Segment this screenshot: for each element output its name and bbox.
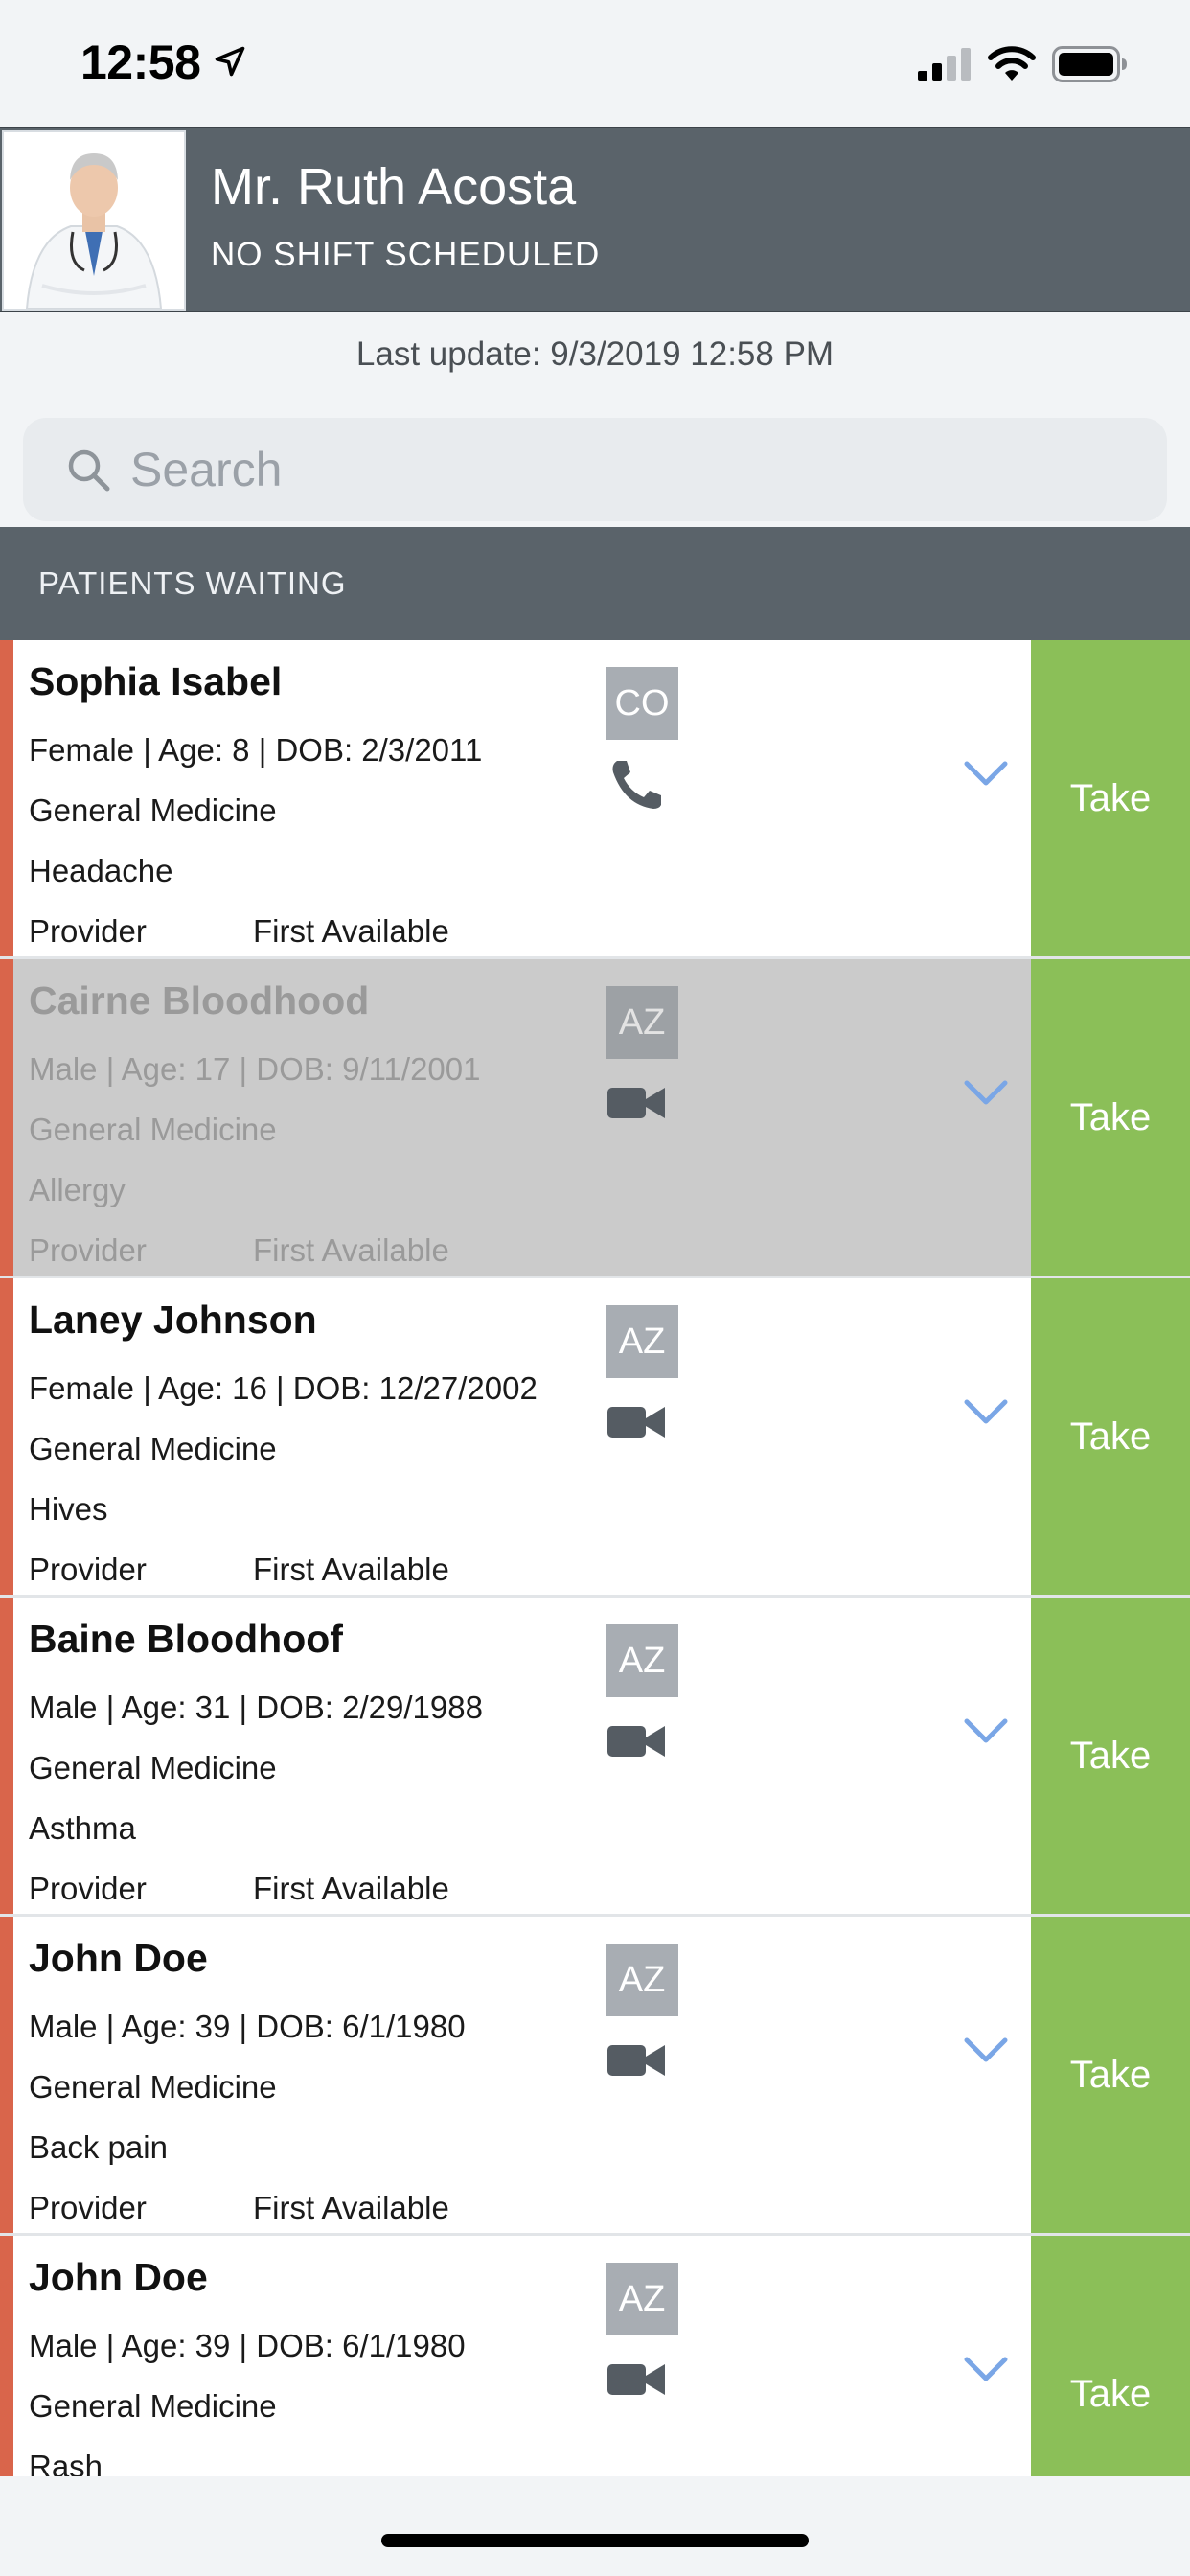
provider-label: Provider	[29, 2190, 147, 2225]
priority-accent-bar	[0, 959, 13, 1276]
search-input[interactable]	[107, 418, 1142, 521]
patient-name: Baine Bloodhoof	[29, 1617, 343, 1661]
provider-name: Mr. Ruth Acosta	[211, 158, 577, 216]
patient-specialty: General Medicine	[29, 2069, 277, 2104]
section-title: PATIENTS WAITING	[38, 565, 347, 601]
doctor-avatar-image	[4, 132, 184, 309]
provider-label: Provider	[29, 1232, 147, 1268]
take-button[interactable]: Take	[1031, 959, 1190, 1276]
chevron-down-icon[interactable]	[962, 1714, 1010, 1747]
priority-accent-bar	[0, 1598, 13, 1914]
video-camera-icon	[607, 1726, 665, 1757]
chevron-down-icon[interactable]	[962, 1076, 1010, 1109]
patient-reason: Headache	[29, 853, 173, 888]
patient-row[interactable]: John Doe Male | Age: 39 | DOB: 6/1/1980 …	[0, 1917, 1190, 2236]
state-badge: AZ	[606, 1305, 678, 1378]
patient-row[interactable]: Baine Bloodhoof Male | Age: 31 | DOB: 2/…	[0, 1598, 1190, 1917]
patient-demographics: Male | Age: 17 | DOB: 9/11/2001	[29, 1051, 481, 1087]
provider-header: Mr. Ruth Acosta NO SHIFT SCHEDULED	[0, 126, 1190, 312]
state-badge: AZ	[606, 1944, 678, 2016]
phone-icon	[612, 761, 661, 809]
patients-waiting-header: PATIENTS WAITING	[0, 527, 1190, 640]
chevron-down-icon[interactable]	[962, 2034, 1010, 2066]
patient-reason: Rash	[29, 2449, 103, 2476]
avatar[interactable]	[2, 130, 186, 310]
provider-label: Provider	[29, 913, 147, 949]
cellular-signal-icon	[918, 48, 971, 80]
patient-name: Laney Johnson	[29, 1298, 317, 1342]
patient-specialty: General Medicine	[29, 793, 277, 828]
home-indicator[interactable]	[381, 2534, 809, 2547]
priority-accent-bar	[0, 2236, 13, 2476]
take-button[interactable]: Take	[1031, 1598, 1190, 1914]
chevron-down-icon[interactable]	[962, 757, 1010, 790]
patient-name: John Doe	[29, 1936, 208, 1980]
status-time: 12:58	[80, 35, 201, 89]
patient-demographics: Female | Age: 16 | DOB: 12/27/2002	[29, 1370, 538, 1406]
priority-accent-bar	[0, 640, 13, 956]
provider-value: First Available	[253, 913, 449, 949]
state-badge: CO	[606, 667, 678, 740]
location-arrow-icon	[215, 46, 245, 77]
last-update-text: Last update: 9/3/2019 12:58 PM	[355, 335, 835, 373]
patient-demographics: Female | Age: 8 | DOB: 2/3/2011	[29, 732, 483, 768]
provider-value: First Available	[253, 1871, 449, 1906]
search-bar[interactable]	[23, 418, 1167, 521]
video-camera-icon	[607, 1407, 665, 1438]
patient-row[interactable]: Cairne Bloodhood Male | Age: 17 | DOB: 9…	[0, 959, 1190, 1278]
patient-specialty: General Medicine	[29, 1750, 277, 1785]
patient-name: Sophia Isabel	[29, 659, 283, 703]
take-button[interactable]: Take	[1031, 1278, 1190, 1595]
chevron-down-icon[interactable]	[962, 1395, 1010, 1428]
provider-value: First Available	[253, 2190, 449, 2225]
take-button[interactable]: Take	[1031, 640, 1190, 956]
patient-list[interactable]: Sophia Isabel Female | Age: 8 | DOB: 2/3…	[0, 640, 1190, 2476]
patient-demographics: Male | Age: 31 | DOB: 2/29/1988	[29, 1690, 483, 1725]
video-camera-icon	[607, 2364, 665, 2395]
video-camera-icon	[607, 2045, 665, 2076]
patient-row[interactable]: John Doe Male | Age: 39 | DOB: 6/1/1980 …	[0, 2236, 1190, 2476]
provider-label: Provider	[29, 1552, 147, 1587]
battery-icon	[1052, 46, 1127, 82]
search-icon	[68, 449, 110, 492]
video-camera-icon	[607, 1088, 665, 1118]
patient-demographics: Male | Age: 39 | DOB: 6/1/1980	[29, 2009, 466, 2044]
patient-reason: Allergy	[29, 1172, 126, 1208]
patient-row[interactable]: Sophia Isabel Female | Age: 8 | DOB: 2/3…	[0, 640, 1190, 959]
priority-accent-bar	[0, 1917, 13, 2233]
wifi-icon	[988, 46, 1036, 80]
status-bar: 12:58	[0, 0, 1190, 126]
state-badge: AZ	[606, 986, 678, 1059]
state-badge: AZ	[606, 2263, 678, 2335]
state-badge: AZ	[606, 1624, 678, 1697]
patient-reason: Back pain	[29, 2129, 168, 2165]
patient-specialty: General Medicine	[29, 2388, 277, 2424]
take-button[interactable]: Take	[1031, 2236, 1190, 2476]
provider-label: Provider	[29, 1871, 147, 1906]
take-button[interactable]: Take	[1031, 1917, 1190, 2233]
patient-name: Cairne Bloodhood	[29, 978, 370, 1023]
patient-reason: Hives	[29, 1491, 108, 1527]
provider-value: First Available	[253, 1552, 449, 1587]
patient-demographics: Male | Age: 39 | DOB: 6/1/1980	[29, 2328, 466, 2363]
patient-specialty: General Medicine	[29, 1112, 277, 1147]
priority-accent-bar	[0, 1278, 13, 1595]
patient-name: John Doe	[29, 2255, 208, 2299]
shift-status: NO SHIFT SCHEDULED	[211, 236, 601, 273]
patient-row[interactable]: Laney Johnson Female | Age: 16 | DOB: 12…	[0, 1278, 1190, 1598]
provider-value: First Available	[253, 1232, 449, 1268]
chevron-down-icon[interactable]	[962, 2353, 1010, 2385]
patient-reason: Asthma	[29, 1810, 136, 1846]
patient-specialty: General Medicine	[29, 1431, 277, 1466]
